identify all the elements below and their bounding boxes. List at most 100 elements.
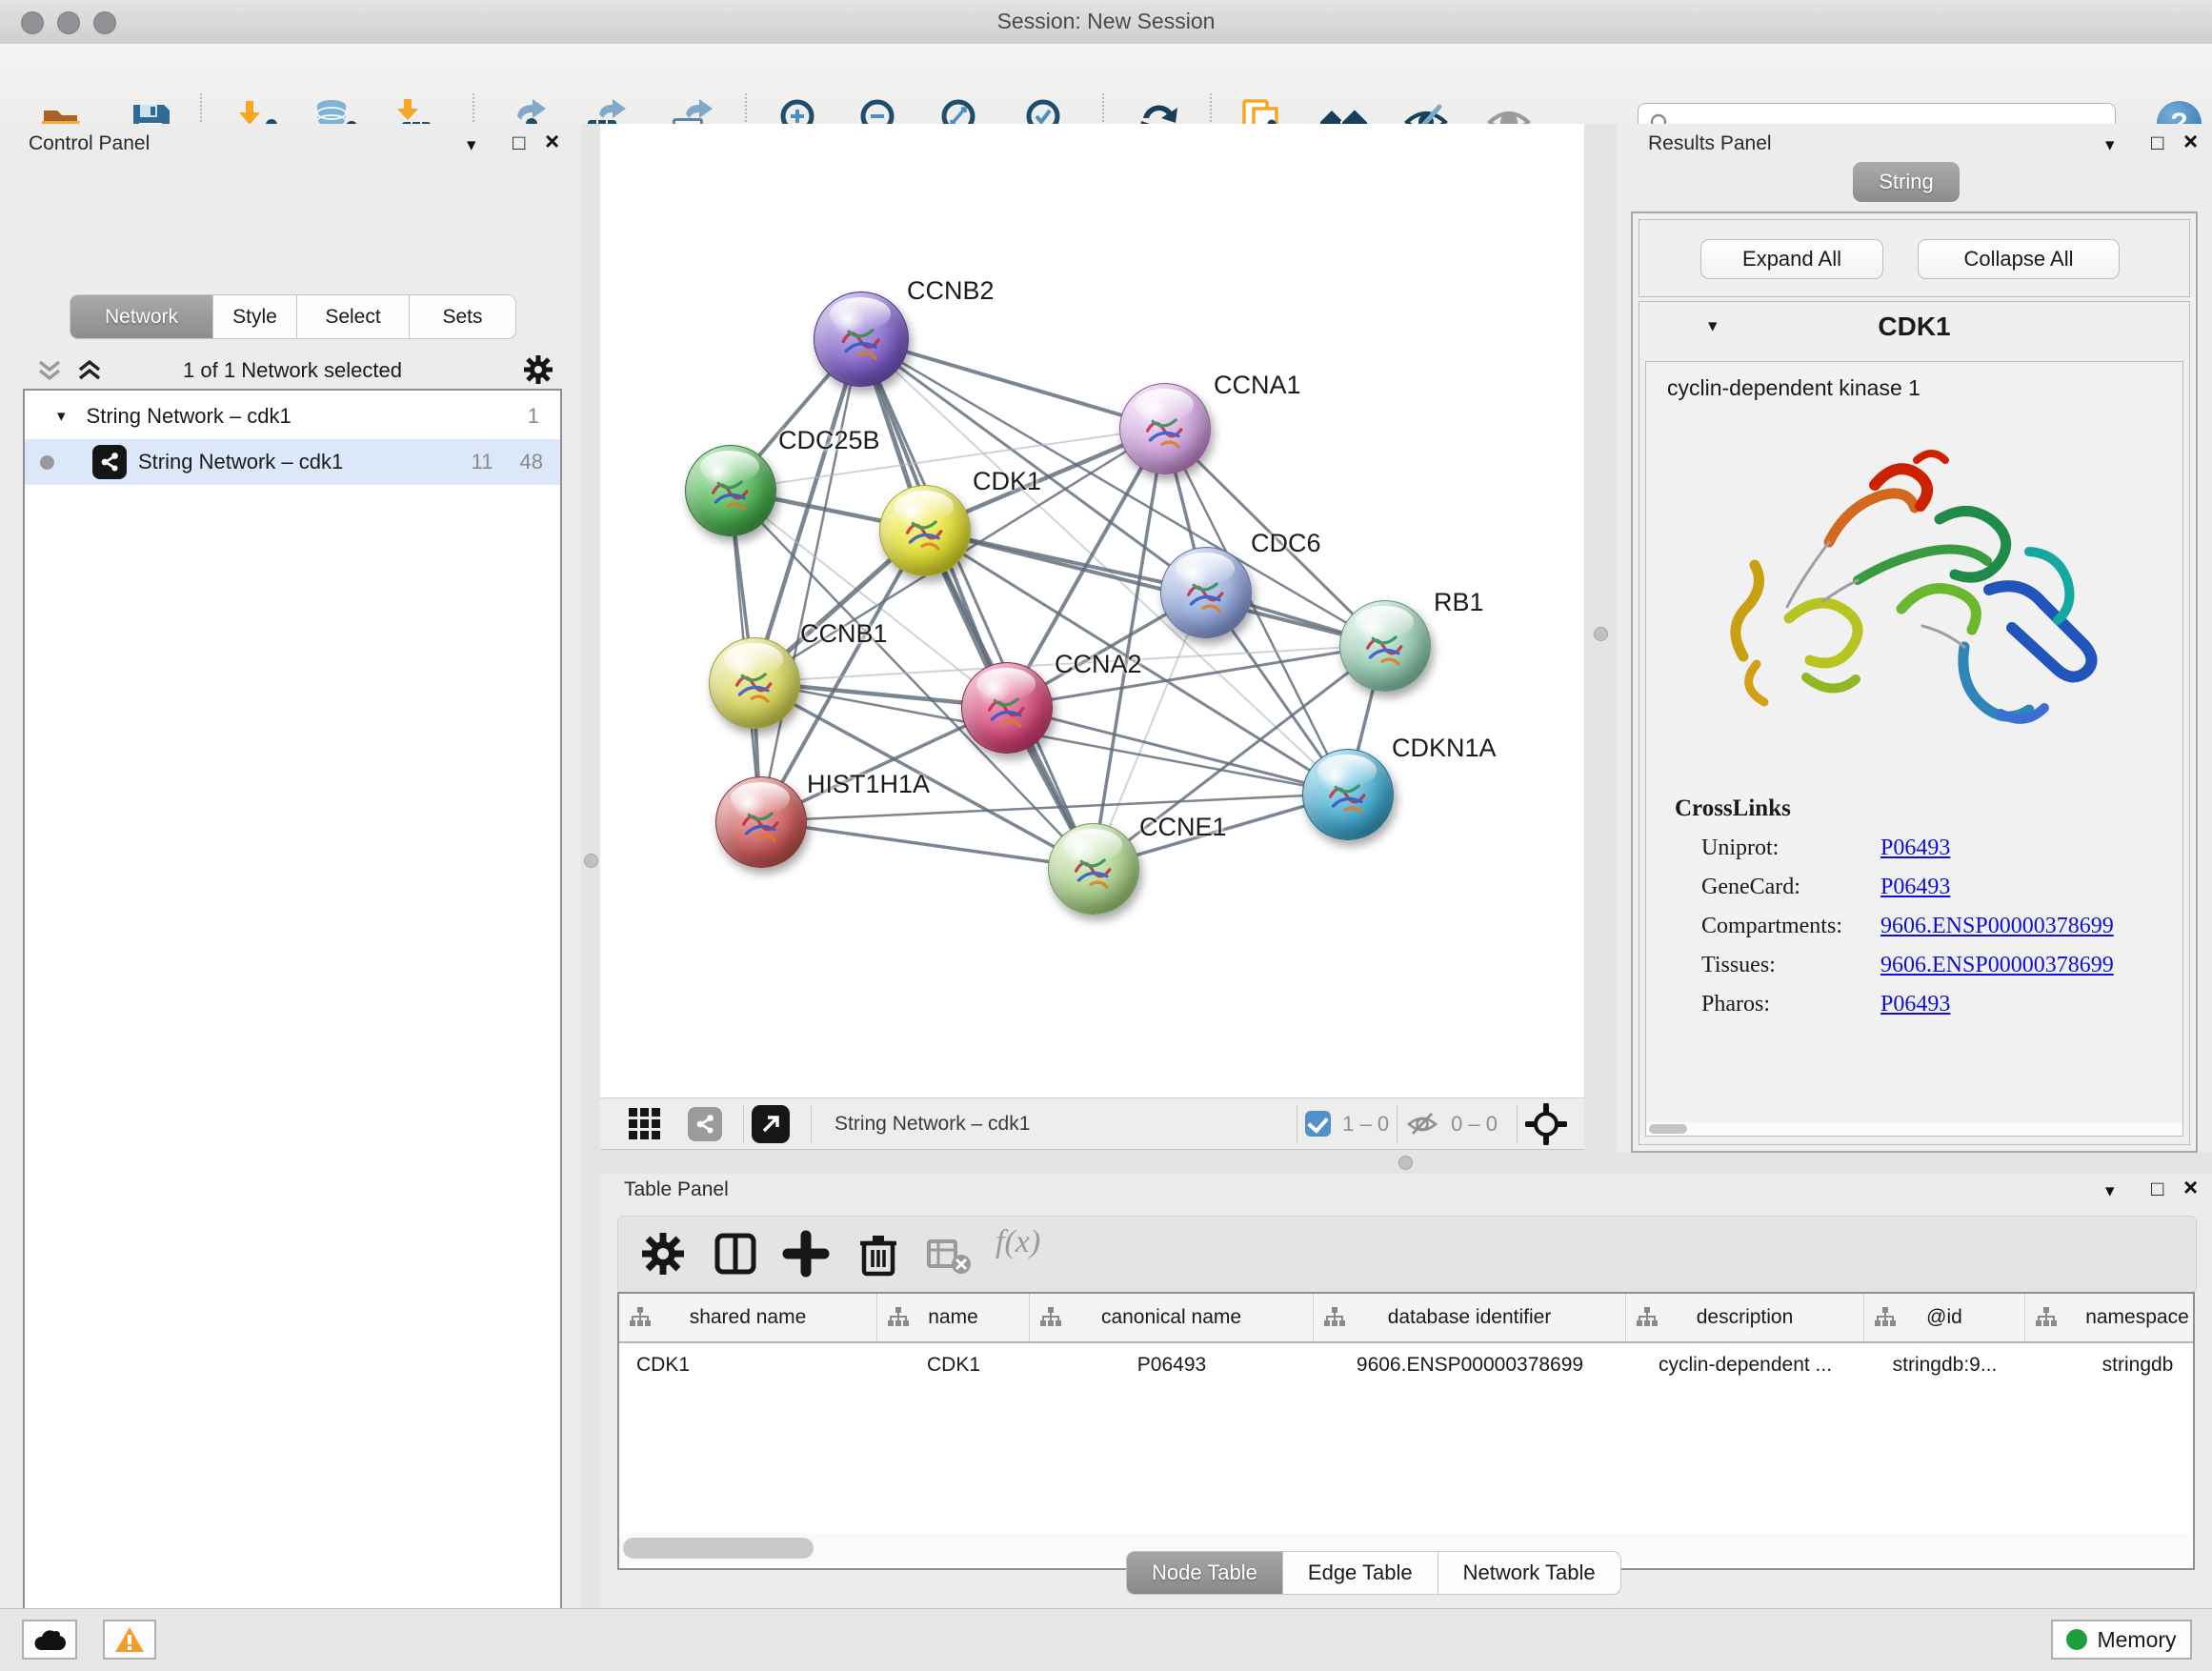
tab-edge-table[interactable]: Edge Table	[1283, 1551, 1438, 1595]
crosslink-link[interactable]: P06493	[1880, 992, 1950, 1017]
column-header-description[interactable]: description	[1626, 1294, 1864, 1341]
network-node-cdc6[interactable]	[1160, 547, 1252, 638]
node-table[interactable]: shared namenamecanonical namedatabase id…	[617, 1292, 2195, 1570]
table-row[interactable]: CDK1CDK1P064939606.ENSP00000378699cyclin…	[619, 1343, 2193, 1387]
status-bar: Memory	[0, 1608, 2212, 1671]
string-results-box: Expand All Collapse All ▾ CDK1 cyclin-de…	[1631, 211, 2198, 1153]
memory-button[interactable]: Memory	[2051, 1620, 2192, 1660]
network-collection-row[interactable]: ▾ String Network – cdk1 1	[25, 393, 560, 439]
cloud-button[interactable]	[22, 1620, 77, 1660]
viewbar-separator	[743, 1105, 744, 1143]
network-node-cdc25b[interactable]	[685, 445, 776, 536]
string-network-icon	[92, 445, 127, 479]
table-panel-float-icon[interactable]: □	[2151, 1178, 2163, 1199]
crosslink-link[interactable]: P06493	[1880, 836, 1950, 861]
network-canvas[interactable]: CCNB2CCNA1CDC25BCDK1CDC6RB1CCNB1CCNA2CDK…	[600, 124, 1584, 1109]
node-label-ccne1: CCNE1	[1139, 813, 1227, 842]
column-header-label: @id	[1926, 1306, 1962, 1329]
network-node-ccnb1[interactable]	[709, 637, 800, 729]
network-node-ccna1[interactable]	[1119, 383, 1211, 474]
splitter-handle[interactable]	[584, 854, 598, 868]
network-node-ccnb2[interactable]	[814, 292, 909, 387]
network-view-icon[interactable]	[688, 1107, 722, 1141]
table-panel-collapse-icon[interactable]: ▾	[2105, 1182, 2115, 1200]
network-node-cdk1[interactable]	[879, 485, 971, 576]
warning-button[interactable]	[103, 1620, 156, 1660]
control-panel-collapse-icon[interactable]: ▾	[467, 136, 476, 154]
table-panel-close-icon[interactable]: ×	[2183, 1175, 2198, 1199]
viewbar-separator	[811, 1105, 812, 1143]
tab-string[interactable]: String	[1853, 162, 1960, 202]
results-panel: Results Panel ▾ □ × String Expand All Co…	[1617, 124, 2212, 1153]
horizontal-splitter[interactable]	[600, 1150, 2212, 1174]
hidden-eye-icon[interactable]	[1405, 1110, 1439, 1138]
vertical-splitter-left[interactable]	[581, 124, 600, 1608]
network-node-cdkn1a[interactable]	[1302, 749, 1394, 840]
table-cell[interactable]: stringdb	[2025, 1354, 2195, 1377]
column-header-database-identifier[interactable]: database identifier	[1314, 1294, 1626, 1341]
crosslink-link[interactable]: P06493	[1880, 875, 1950, 900]
gene-hscrollbar[interactable]	[1646, 1122, 2182, 1136]
expand-all-button[interactable]: Expand All	[1700, 239, 1883, 279]
table-cell[interactable]: cyclin-dependent ...	[1626, 1354, 1864, 1377]
collection-expand-icon[interactable]: ▾	[57, 407, 66, 426]
show-columns-icon[interactable]	[712, 1230, 759, 1278]
protein-ribbon-thumb	[829, 313, 895, 370]
detach-view-icon[interactable]	[752, 1105, 790, 1143]
results-panel-float-icon[interactable]: □	[2151, 132, 2163, 153]
scrollbar-thumb[interactable]	[623, 1538, 814, 1559]
control-panel-float-icon[interactable]: □	[513, 132, 525, 153]
table-settings-gear-icon[interactable]	[639, 1230, 687, 1278]
tab-network[interactable]: Network	[70, 294, 213, 339]
column-header-namespace[interactable]: namespace	[2025, 1294, 2195, 1341]
column-header-shared-name[interactable]: shared name	[619, 1294, 877, 1341]
table-cell[interactable]: 9606.ENSP00000378699	[1314, 1354, 1626, 1377]
viewbar-separator	[1397, 1105, 1398, 1143]
network-node-ccna2[interactable]	[961, 662, 1053, 754]
column-header--id[interactable]: @id	[1864, 1294, 2025, 1341]
protein-ribbon-thumb	[894, 506, 956, 559]
selected-nodes-checkbox[interactable]	[1305, 1111, 1331, 1137]
splitter-handle[interactable]	[1398, 1156, 1413, 1170]
function-builder-icon[interactable]: f(x)	[995, 1224, 1040, 1260]
protein-ribbon-thumb	[1175, 568, 1237, 621]
network-list-header: 1 of 1 Network selected	[23, 351, 562, 389]
results-panel-close-icon[interactable]: ×	[2183, 129, 2198, 153]
vertical-splitter-right[interactable]	[1584, 124, 1617, 1150]
create-column-icon[interactable]	[782, 1230, 830, 1278]
network-options-gear-icon[interactable]	[522, 353, 554, 386]
column-header-canonical-name[interactable]: canonical name	[1030, 1294, 1314, 1341]
delete-table-icon[interactable]	[925, 1230, 973, 1278]
birds-eye-icon[interactable]	[1525, 1103, 1567, 1145]
tab-style[interactable]: Style	[213, 294, 297, 339]
table-cell[interactable]: P06493	[1030, 1354, 1314, 1377]
grid-view-icon[interactable]	[627, 1106, 663, 1142]
network-node-rb1[interactable]	[1339, 600, 1431, 692]
splitter-handle[interactable]	[1594, 627, 1608, 641]
crosslink-link[interactable]: 9606.ENSP00000378699	[1880, 914, 2114, 939]
protein-ribbon-thumb	[975, 683, 1038, 736]
results-panel-collapse-icon[interactable]: ▾	[2105, 136, 2115, 154]
network-edge-count: 48	[520, 450, 543, 474]
collection-name: String Network – cdk1	[87, 404, 292, 429]
table-cell[interactable]: CDK1	[619, 1354, 877, 1377]
network-node-ccne1[interactable]	[1048, 823, 1139, 915]
table-cell[interactable]: stringdb:9...	[1864, 1354, 2025, 1377]
tab-sets[interactable]: Sets	[410, 294, 516, 339]
crosslink-label: Pharos:	[1701, 992, 1880, 1017]
network-node-hist1h1a[interactable]	[715, 776, 807, 868]
network-edge[interactable]	[760, 821, 1093, 868]
tab-node-table[interactable]: Node Table	[1126, 1551, 1283, 1595]
crosslink-link[interactable]: 9606.ENSP00000378699	[1880, 953, 2114, 978]
tab-network-table[interactable]: Network Table	[1438, 1551, 1621, 1595]
control-panel-close-icon[interactable]: ×	[545, 129, 559, 153]
network-row-selected[interactable]: String Network – cdk1 11 48	[25, 439, 560, 485]
table-cell[interactable]: CDK1	[877, 1354, 1030, 1377]
table-toolbar: f(x)	[617, 1216, 2197, 1294]
column-header-name[interactable]: name	[877, 1294, 1030, 1341]
delete-column-icon[interactable]	[855, 1230, 902, 1278]
collapse-all-button[interactable]: Collapse All	[1918, 239, 2120, 279]
tab-select[interactable]: Select	[297, 294, 410, 339]
column-type-icon	[629, 1307, 652, 1328]
memory-status-dot	[2066, 1629, 2087, 1650]
